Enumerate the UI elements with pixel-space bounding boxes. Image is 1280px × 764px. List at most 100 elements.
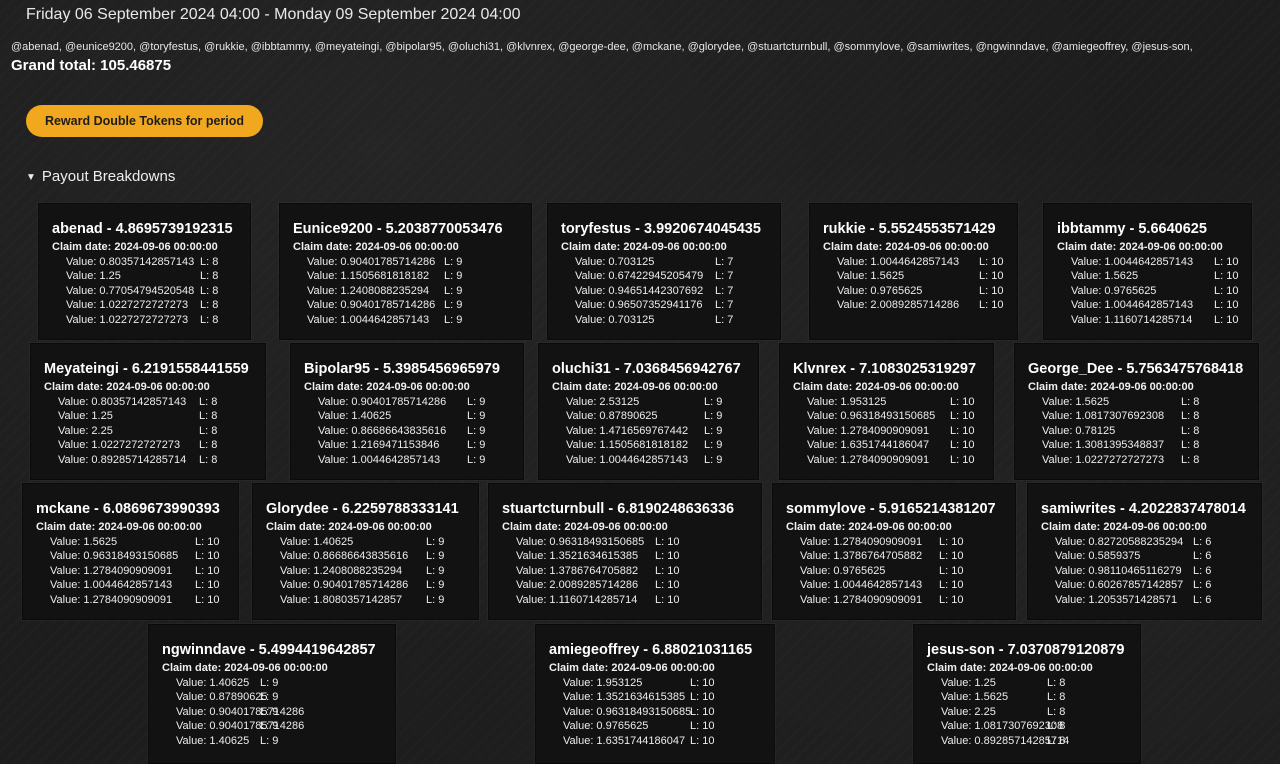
value-row: Value: 0.78125 L: 8 (1042, 424, 1199, 438)
level-text: L: 9 (444, 299, 463, 312)
level-text: L: 6 (1193, 593, 1212, 606)
level-text: L: 6 (1193, 564, 1212, 577)
claim-date: Claim date: 2024-09-06 00:00:00 (786, 521, 952, 533)
value-text: Value: 1.2053571428571 (1055, 593, 1178, 606)
user-list: @abenad, @eunice9200, @toryfestus, @rukk… (11, 41, 1193, 53)
value-text: Value: 1.2784090909091 (800, 536, 923, 548)
value-row: Value: 1.0044642857143 L: 10 (50, 578, 219, 592)
card-title: George_Dee - 5.7563475768418 (1028, 361, 1244, 377)
value-row: Value: 1.25 L: 8 (58, 409, 217, 423)
value-text: Value: 0.89285714285714 (58, 453, 187, 466)
value-text: Value: 1.0044642857143 (1071, 299, 1194, 312)
level-text: L: 9 (704, 439, 723, 452)
value-text: Value: 0.87890625 (176, 691, 268, 704)
value-row: Value: 1.0044642857143 L: 9 (318, 453, 485, 467)
value-list: Value: 0.82720588235294 L: 6 Value: 0.5859… (1055, 535, 1211, 607)
value-row: Value: 1.40625 L: 9 (318, 409, 485, 423)
value-text: Value: 1.2784090909091 (800, 593, 923, 606)
level-text: L: 10 (655, 550, 680, 563)
level-text: L: 10 (950, 424, 975, 437)
claim-date-label: Claim date: (44, 381, 104, 393)
value-text: Value: 1.0044642857143 (1071, 256, 1194, 268)
payout-card: ngwinndave - 5.4994419642857 Claim date: … (148, 624, 396, 764)
value-text: Value: 1.3521634615385 (563, 691, 686, 704)
claim-date: Claim date: 2024-09-06 00:00:00 (162, 662, 328, 674)
payout-card: rukkie - 5.5524553571429 Claim date: 2024… (809, 203, 1018, 340)
value-row: Value: 0.96318493150685 L: 10 (50, 549, 219, 563)
value-row: Value: 1.0227272727273 L: 8 (66, 298, 218, 312)
level-text: L: 9 (260, 705, 279, 718)
payout-card: stuartcturnbull - 6.8190248636336 Claim d… (488, 483, 762, 620)
level-text: L: 9 (426, 579, 445, 592)
value-text: Value: 0.77054794520548 (66, 284, 195, 297)
level-text: L: 10 (690, 720, 715, 733)
payout-card: toryfestus - 3.9920674045435 Claim date: … (547, 203, 781, 340)
value-text: Value: 0.90401785714286 (307, 256, 436, 268)
value-text: Value: 2.0089285714286 (837, 299, 960, 312)
level-text: L: 9 (467, 453, 486, 466)
triangle-down-icon: ▼ (26, 172, 36, 183)
level-text: L: 10 (690, 705, 715, 718)
level-text: L: 9 (426, 536, 445, 548)
value-row: Value: 0.87890625 L: 9 (566, 409, 722, 423)
payout-card: Eunice9200 - 5.2038770053476 Claim date: … (279, 203, 532, 340)
value-row: Value: 1.0817307692308 L: 8 (941, 719, 1069, 733)
claim-date-label: Claim date: (293, 241, 353, 253)
level-text: L: 9 (444, 284, 463, 297)
value-text: Value: 1.2408088235294 (307, 284, 430, 297)
level-text: L: 9 (260, 677, 279, 689)
value-row: Value: 1.8080357142857 L: 9 (280, 593, 444, 607)
value-row: Value: 0.80357142857143 L: 8 (66, 255, 218, 269)
level-text: L: 10 (690, 677, 715, 689)
value-text: Value: 0.82720588235294 (1055, 536, 1184, 548)
value-text: Value: 1.40625 (176, 677, 250, 689)
card-title: stuartcturnbull - 6.8190248636336 (502, 501, 735, 517)
value-list: Value: 0.703125 L: 7 Value: 0.674229452054… (575, 255, 733, 327)
level-text: L: 8 (200, 270, 219, 283)
level-text: L: 7 (715, 256, 734, 268)
value-list: Value: 1.0044642857143 L: 10 Value: 1.5625… (1071, 255, 1238, 327)
value-text: Value: 1.40625 (280, 536, 354, 548)
level-text: L: 7 (715, 284, 734, 297)
value-row: Value: 1.3081395348837 L: 8 (1042, 438, 1199, 452)
value-row: Value: 0.98110465116279 L: 6 (1055, 564, 1211, 578)
level-text: L: 9 (444, 256, 463, 268)
payout-breakdowns-toggle[interactable]: ▼ Payout Breakdowns (26, 168, 175, 185)
card-title: ngwinndave - 5.4994419642857 (162, 642, 376, 658)
claim-date-value: 2024-09-06 00:00:00 (98, 521, 202, 533)
claim-date-label: Claim date: (786, 521, 846, 533)
value-row: Value: 1.6351744186047 L: 10 (807, 438, 974, 452)
level-text: L: 10 (950, 410, 975, 423)
level-text: L: 8 (1181, 424, 1200, 437)
level-text: L: 9 (260, 691, 279, 704)
value-row: Value: 1.40625 L: 9 (280, 535, 444, 549)
value-row: Value: 1.2169471153846 L: 9 (318, 438, 485, 452)
payout-card: abenad - 4.8695739192315 Claim date: 2024… (38, 203, 251, 340)
value-list: Value: 1.2784090909091 L: 10 Value: 1.3786… (800, 535, 963, 607)
value-text: Value: 0.78125 (1042, 424, 1116, 437)
value-text: Value: 0.90401785714286 (318, 396, 447, 408)
value-list: Value: 0.90401785714286 L: 9 Value: 1.1505… (307, 255, 462, 327)
claim-date-value: 2024-09-06 00:00:00 (355, 241, 459, 253)
claim-date: Claim date: 2024-09-06 00:00:00 (266, 521, 432, 533)
value-row: Value: 1.2784090909091 L: 10 (800, 535, 963, 549)
value-row: Value: 0.89285714285714 L: 8 (941, 734, 1069, 748)
value-text: Value: 1.5625 (941, 691, 1009, 704)
reward-double-tokens-button[interactable]: Reward Double Tokens for period (26, 105, 263, 137)
value-text: Value: 2.53125 (566, 396, 640, 408)
level-text: L: 8 (199, 424, 218, 437)
level-text: L: 9 (467, 424, 486, 437)
payout-card: mckane - 6.0869673990393 Claim date: 2024… (22, 483, 239, 620)
value-text: Value: 0.9765625 (563, 720, 649, 733)
claim-date: Claim date: 2024-09-06 00:00:00 (549, 662, 715, 674)
value-row: Value: 1.2784090909091 L: 10 (50, 564, 219, 578)
value-text: Value: 0.96318493150685 (50, 550, 179, 563)
value-row: Value: 1.40625 L: 9 (176, 676, 304, 690)
value-row: Value: 0.77054794520548 L: 8 (66, 284, 218, 298)
value-text: Value: 0.96507352941176 (575, 299, 703, 312)
claim-date: Claim date: 2024-09-06 00:00:00 (1057, 241, 1223, 253)
claim-date-value: 2024-09-06 00:00:00 (328, 521, 432, 533)
value-text: Value: 0.86686643835616 (280, 550, 409, 563)
value-text: Value: 0.87890625 (566, 410, 658, 423)
value-row: Value: 2.53125 L: 9 (566, 395, 722, 409)
